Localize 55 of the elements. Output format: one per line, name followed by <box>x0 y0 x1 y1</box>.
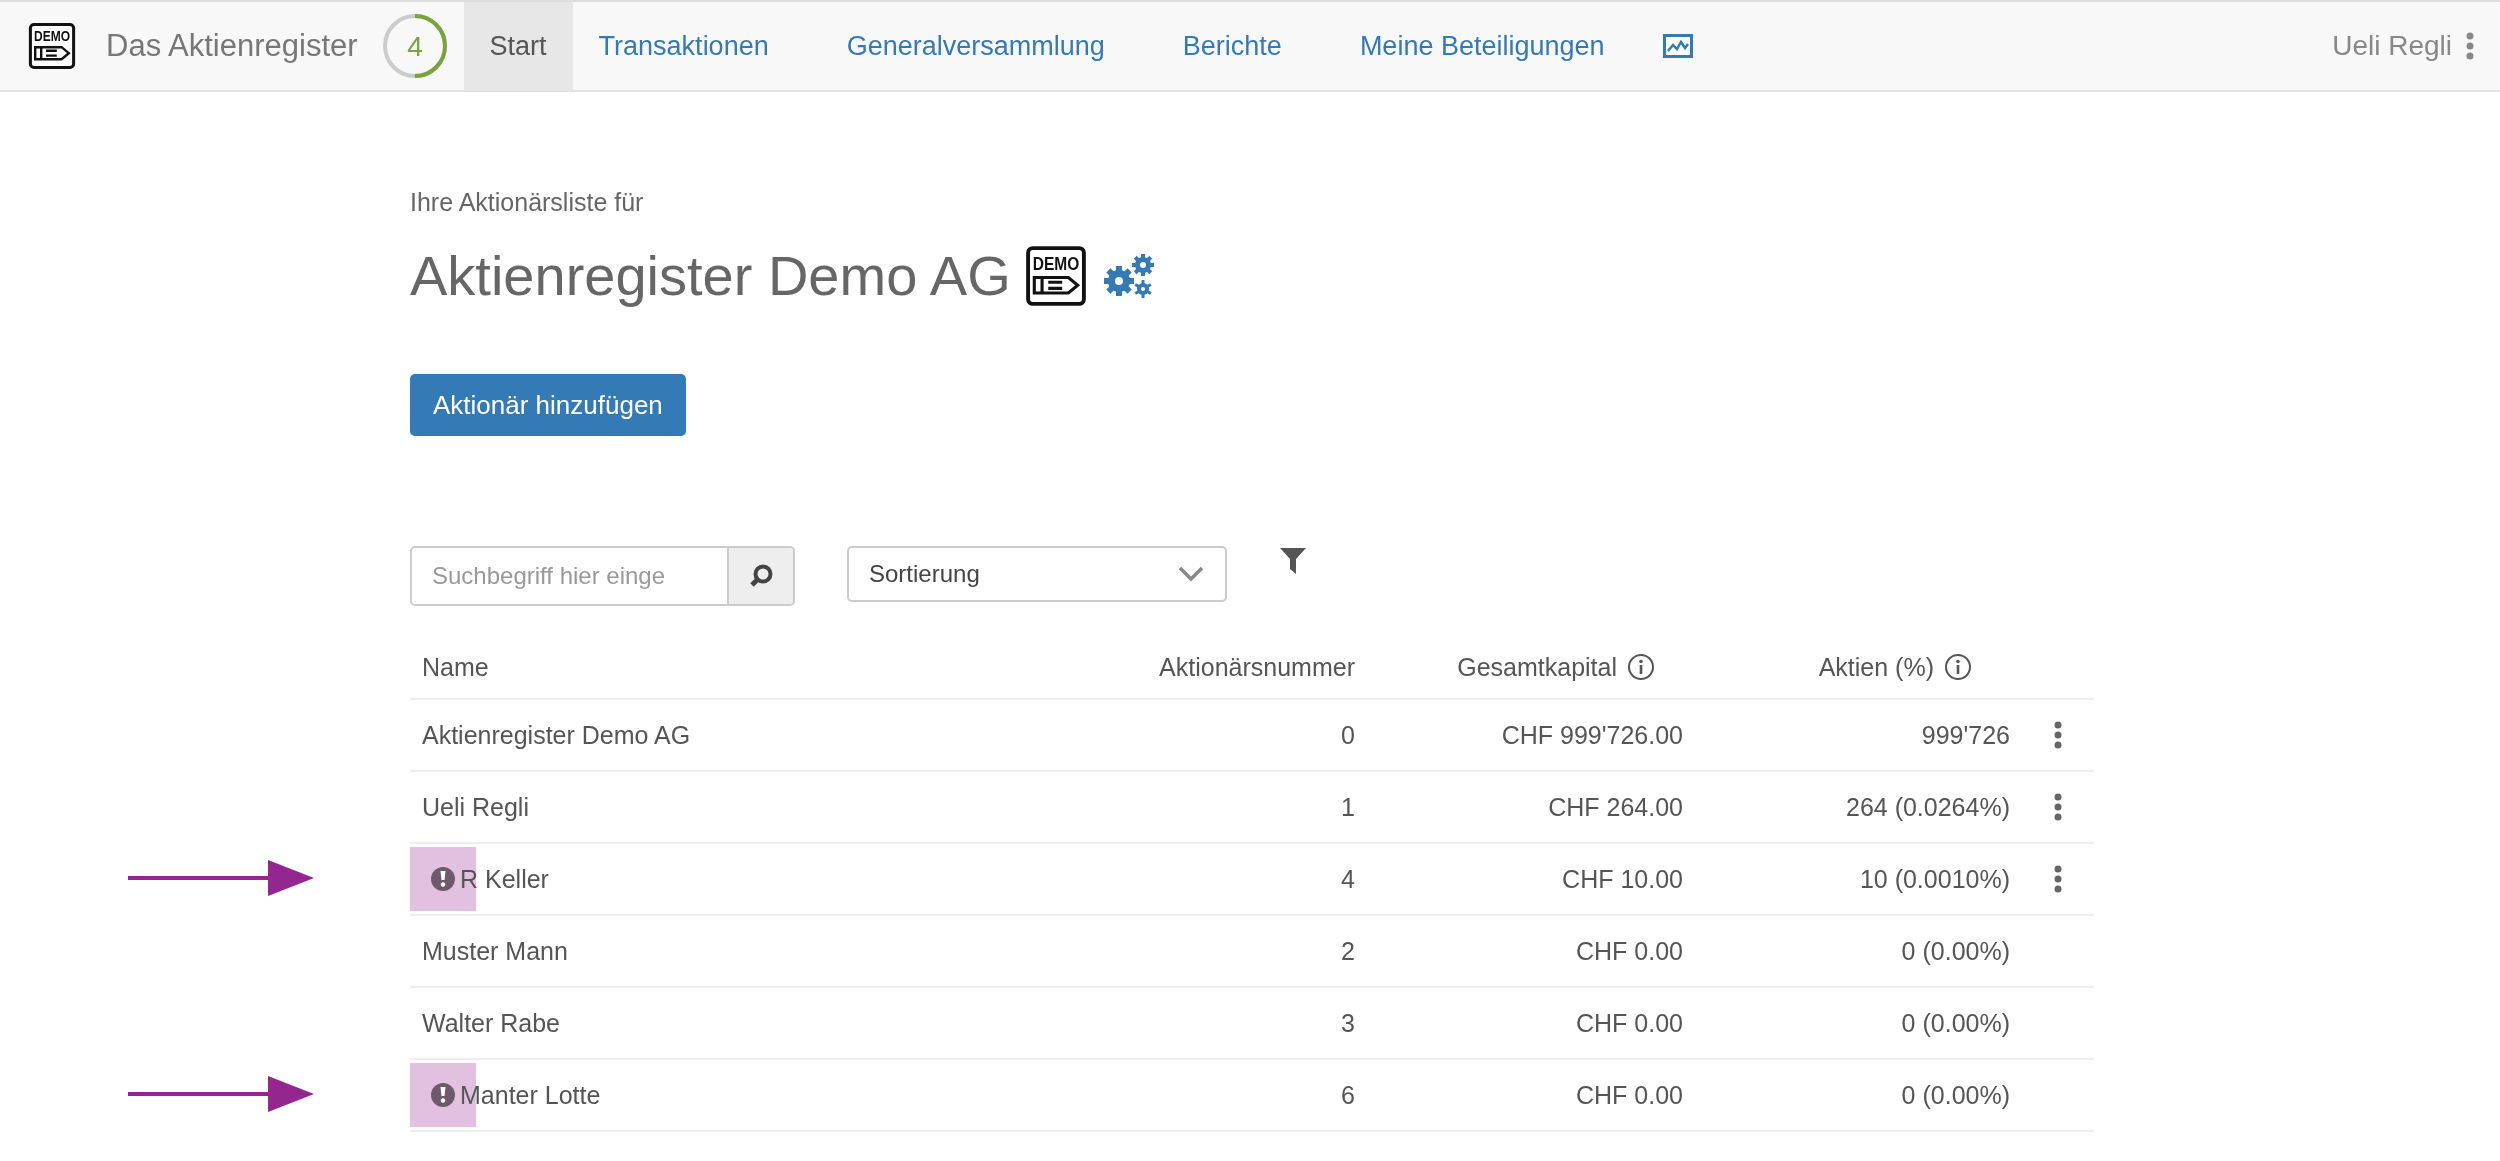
more-icon[interactable] <box>2053 721 2062 749</box>
nav-tab[interactable]: Berichte <box>1156 2 1308 90</box>
shares-cell: 999'726 <box>1921 720 2010 750</box>
page-title: Aktienregister Demo AG <box>410 243 1011 308</box>
shareholder-number-cell: 6 <box>1341 1080 1355 1110</box>
shareholder-number-cell: 0 <box>1341 720 1355 750</box>
brand-name[interactable]: Das Aktienregister <box>106 28 358 64</box>
shares-cell: 0 (0.00%) <box>1901 936 2010 966</box>
column-header: Aktionärsnummer <box>1159 652 1355 682</box>
capital-cell: CHF 264.00 <box>1548 792 1683 822</box>
user-name[interactable]: Ueli Regli <box>2332 30 2452 62</box>
shareholder-number-cell: 1 <box>1341 792 1355 822</box>
shareholder-number-cell: 4 <box>1341 864 1355 894</box>
shares-cell: 0 (0.00%) <box>1901 1008 2010 1038</box>
more-icon[interactable] <box>2053 865 2062 893</box>
add-shareholder-button[interactable]: Aktionär hinzufügen <box>410 374 686 436</box>
chevron-down-icon <box>1177 565 1205 583</box>
name-cell: Muster Mann <box>422 936 568 966</box>
column-header: Aktien (%) <box>1818 652 1934 682</box>
warning-icon <box>430 1082 456 1108</box>
capital-cell: CHF 0.00 <box>1576 936 1683 966</box>
demo-logo-icon: DEMO <box>1024 244 1087 307</box>
capital-cell: CHF 999'726.00 <box>1501 720 1683 750</box>
nav-tab[interactable]: Meine Beteiligungen <box>1333 2 1631 90</box>
info-icon[interactable] <box>1944 653 1972 681</box>
nav-tab[interactable]: Generalversammlung <box>820 2 1131 90</box>
shareholder-number-cell: 2 <box>1341 936 1355 966</box>
info-icon[interactable] <box>1627 653 1655 681</box>
shares-cell: 264 (0.0264%) <box>1846 792 2010 822</box>
nav-tab[interactable]: Start <box>463 2 573 90</box>
nav-tab[interactable]: Transaktionen <box>572 2 795 90</box>
search-field[interactable]: Suchbegriff hier einge <box>410 546 795 606</box>
column-header: Gesamtkapital <box>1457 652 1617 682</box>
name-cell-text: R Keller <box>459 864 549 894</box>
subtitle: Ihre Aktionärsliste für <box>410 188 645 217</box>
logo-icon: DEMO <box>28 22 76 70</box>
capital-cell: CHF 10.00 <box>1562 864 1683 894</box>
shares-cell: 0 (0.00%) <box>1901 1080 2010 1110</box>
column-header: Name <box>422 652 489 682</box>
name-cell: Aktienregister Demo AG <box>422 720 691 750</box>
search-button[interactable] <box>727 548 793 604</box>
capital-cell: CHF 0.00 <box>1576 1008 1683 1038</box>
name-cell: Walter Rabe <box>422 1008 560 1038</box>
name-cell-text: Manter Lotte <box>459 1080 601 1110</box>
shareholder-number-cell: 3 <box>1341 1008 1355 1038</box>
more-icon[interactable] <box>2053 793 2062 821</box>
sort-dropdown[interactable]: Sortierung <box>847 546 1227 602</box>
capital-cell: CHF 0.00 <box>1576 1080 1683 1110</box>
more-icon[interactable] <box>2466 32 2474 60</box>
name-cell: Ueli Regli <box>422 792 529 822</box>
shares-cell: 10 (0.0010%) <box>1859 864 2010 894</box>
warning-icon <box>430 866 456 892</box>
filter-icon[interactable] <box>1279 546 1307 576</box>
search-icon <box>748 563 774 589</box>
chart-icon[interactable] <box>1662 34 1693 58</box>
